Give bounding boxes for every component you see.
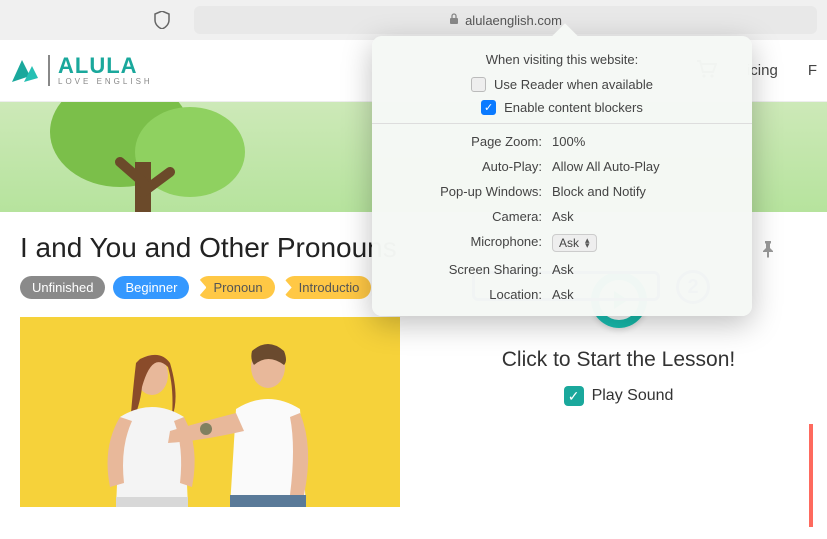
logo-subtitle: LOVE ENGLISH xyxy=(58,77,153,86)
tag-level[interactable]: Beginner xyxy=(113,276,189,299)
camera-label: Camera: xyxy=(372,209,552,224)
popup-value[interactable]: Block and Notify xyxy=(552,184,732,199)
privacy-shield-icon[interactable] xyxy=(150,11,174,29)
blockers-row[interactable]: ✓ Enable content blockers xyxy=(372,100,752,115)
nav-f[interactable]: F xyxy=(808,62,817,79)
zoom-label: Page Zoom: xyxy=(372,134,552,149)
tag-status[interactable]: Unfinished xyxy=(20,276,105,299)
popup-label: Pop-up Windows: xyxy=(372,184,552,199)
website-settings-popover: When visiting this website: Use Reader w… xyxy=(372,36,752,316)
screenshare-label: Screen Sharing: xyxy=(372,262,552,277)
popover-heading: When visiting this website: xyxy=(372,36,752,77)
tag-topic-pronoun[interactable]: Pronoun xyxy=(197,276,274,299)
pin-icon[interactable] xyxy=(759,240,777,263)
url-bar[interactable]: alulaenglish.com xyxy=(194,6,817,34)
location-value[interactable]: Ask xyxy=(552,287,732,302)
browser-toolbar: alulaenglish.com xyxy=(0,0,827,40)
screenshare-value[interactable]: Ask xyxy=(552,262,732,277)
autoplay-value[interactable]: Allow All Auto-Play xyxy=(552,159,732,174)
lock-icon xyxy=(449,13,459,28)
reader-row[interactable]: Use Reader when available xyxy=(372,77,752,92)
start-lesson-text: Click to Start the Lesson! xyxy=(502,348,735,372)
camera-value[interactable]: Ask xyxy=(552,209,732,224)
checkbox-checked-icon: ✓ xyxy=(564,386,584,406)
lesson-image xyxy=(20,317,400,507)
tree-illustration xyxy=(40,102,260,212)
chevron-updown-icon: ▴▾ xyxy=(585,238,590,248)
reader-label: Use Reader when available xyxy=(494,77,653,92)
microphone-select[interactable]: Ask ▴▾ xyxy=(552,234,732,252)
microphone-label: Microphone: xyxy=(372,234,552,252)
popover-separator xyxy=(372,123,752,124)
zoom-value[interactable]: 100% xyxy=(552,134,732,149)
location-label: Location: xyxy=(372,287,552,302)
play-sound-label: Play Sound xyxy=(592,387,674,405)
logo-mark-icon xyxy=(10,56,40,86)
logo-title: ALULA xyxy=(58,55,153,77)
logo[interactable]: ALULA LOVE ENGLISH xyxy=(10,55,153,86)
lesson-title: I and You and Other Pronouns xyxy=(20,232,400,264)
right-divider xyxy=(809,424,813,527)
checkbox-checked-icon[interactable]: ✓ xyxy=(481,100,496,115)
microphone-value: Ask xyxy=(559,236,579,250)
tag-topic-introduction[interactable]: Introductio xyxy=(283,276,372,299)
checkbox-unchecked-icon[interactable] xyxy=(471,77,486,92)
blockers-label: Enable content blockers xyxy=(504,100,643,115)
tag-row: Unfinished Beginner Pronoun Introductio xyxy=(20,276,400,299)
play-sound-toggle[interactable]: ✓ Play Sound xyxy=(564,386,674,406)
autoplay-label: Auto-Play: xyxy=(372,159,552,174)
url-text: alulaenglish.com xyxy=(465,13,562,28)
